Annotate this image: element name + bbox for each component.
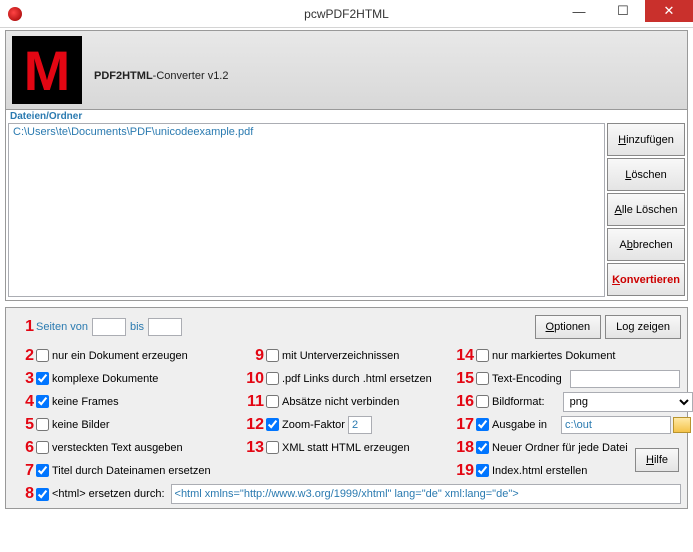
folder-icon[interactable] (673, 417, 691, 433)
page-from-input[interactable] (92, 318, 126, 336)
options-panel: 1 Seiten von bis Optionen Log zeigen 2nu… (5, 307, 688, 509)
app-icon (8, 7, 22, 21)
logo: M (12, 36, 82, 104)
noframes-checkbox[interactable] (36, 395, 49, 408)
title-filename-checkbox[interactable] (36, 464, 49, 477)
zoom-input[interactable] (348, 416, 372, 434)
pages-to-label: bis (130, 321, 144, 333)
imgformat-checkbox[interactable] (476, 395, 489, 408)
show-log-button[interactable]: Log zeigen (605, 315, 681, 339)
subdirs-checkbox[interactable] (266, 349, 279, 362)
html-replace-input[interactable] (171, 484, 681, 504)
page-to-input[interactable] (148, 318, 182, 336)
opt-num: 1 (12, 318, 34, 336)
delete-all-button[interactable]: Alle Löschen (607, 193, 685, 226)
encoding-checkbox[interactable] (476, 372, 489, 385)
delete-button[interactable]: Löschen (607, 158, 685, 191)
noimages-checkbox[interactable] (36, 418, 49, 431)
help-button[interactable]: Hilfe (635, 448, 679, 472)
xml-checkbox[interactable] (266, 441, 279, 454)
convert-button[interactable]: Konvertieren (607, 263, 685, 296)
close-button[interactable]: ✕ (645, 0, 693, 22)
cancel-button[interactable]: Abbrechen (607, 228, 685, 261)
app-title: PDF2HTML-Converter v1.2 (94, 54, 228, 86)
output-path-input[interactable] (561, 416, 671, 434)
single-doc-checkbox[interactable] (36, 349, 49, 362)
newfolder-checkbox[interactable] (476, 441, 489, 454)
list-item[interactable]: C:\Users\te\Documents\PDF\unicodeexample… (13, 126, 600, 138)
no-para-join-checkbox[interactable] (266, 395, 279, 408)
html-replace-checkbox[interactable] (36, 488, 49, 501)
files-list[interactable]: C:\Users\te\Documents\PDF\unicodeexample… (8, 123, 605, 297)
window-title: pcwPDF2HTML (304, 7, 389, 21)
pdflinks-checkbox[interactable] (266, 372, 279, 385)
files-label: Dateien/Ordner (6, 110, 687, 123)
zoom-checkbox[interactable] (266, 418, 279, 431)
options-button[interactable]: Optionen (535, 315, 602, 339)
maximize-button[interactable]: ☐ (601, 0, 645, 22)
titlebar: pcwPDF2HTML — ☐ ✕ (0, 0, 693, 28)
hidden-text-checkbox[interactable] (36, 441, 49, 454)
indexhtml-checkbox[interactable] (476, 464, 489, 477)
marked-only-checkbox[interactable] (476, 349, 489, 362)
files-section: Dateien/Ordner C:\Users\te\Documents\PDF… (5, 110, 688, 301)
add-button[interactable]: Hinzufügen (607, 123, 685, 156)
imgformat-select[interactable]: png (563, 392, 693, 412)
output-checkbox[interactable] (476, 418, 489, 431)
pages-from-label: Seiten von (36, 321, 88, 333)
app-header: M PDF2HTML-Converter v1.2 (5, 30, 688, 110)
encoding-input[interactable] (570, 370, 680, 388)
minimize-button[interactable]: — (557, 0, 601, 22)
complex-checkbox[interactable] (36, 372, 49, 385)
